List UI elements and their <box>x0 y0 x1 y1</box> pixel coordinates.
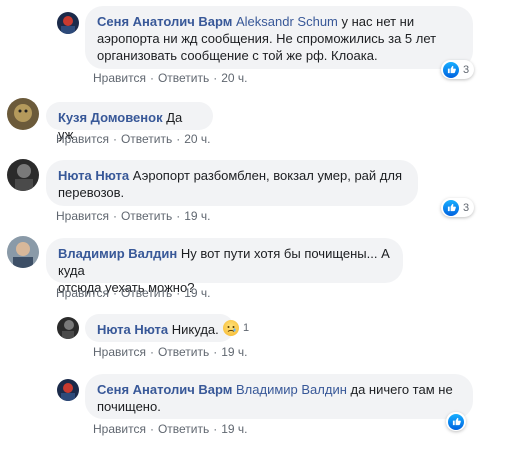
separator: · <box>149 71 154 85</box>
separator: · <box>149 345 154 359</box>
separator: · <box>213 345 218 359</box>
avatar-image <box>7 98 39 130</box>
separator: · <box>112 209 117 223</box>
timestamp[interactable]: 20 ч. <box>221 71 247 85</box>
comment-text-line: почищено. <box>97 399 161 414</box>
comment-actions: Нравится · Ответить · 20 ч. <box>93 71 248 85</box>
comment-bubble: Нюта Нюта Аэропорт разбомблен, вокзал ум… <box>46 160 418 206</box>
reaction-count[interactable]: 1 <box>221 318 254 337</box>
comment-actions: Нравится · Ответить · 20 ч. <box>56 132 211 146</box>
reaction-number: 3 <box>463 63 470 76</box>
reaction-count[interactable]: 3 <box>441 198 475 217</box>
avatar-image <box>57 379 79 401</box>
timestamp[interactable]: 19 ч. <box>221 345 247 359</box>
separator: · <box>176 132 181 146</box>
comment-actions: Нравится · Ответить · 19 ч. <box>93 422 248 436</box>
comment-mention[interactable]: Aleksandr Schum <box>236 14 338 29</box>
separator: · <box>176 209 181 223</box>
comment-bubble: Нюта Нюта Никуда. <box>85 314 234 342</box>
comment-author[interactable]: Сеня Анатолич Варм <box>97 382 232 397</box>
avatar[interactable] <box>7 236 39 268</box>
comment-bubble: Владимир Валдин Ну вот пути хотя бы почи… <box>46 238 403 295</box>
timestamp[interactable]: 19 ч. <box>184 209 210 223</box>
avatar[interactable] <box>57 379 79 401</box>
comment-author[interactable]: Нюта Нюта <box>97 322 168 337</box>
like-link[interactable]: Нравится <box>56 132 109 146</box>
thumbs-up-icon <box>448 413 464 430</box>
comment-text-line: организовать сообщение с той же рф. Клоа… <box>97 48 378 63</box>
reply-link[interactable]: Ответить <box>121 132 172 146</box>
comment-text: да ничего там не <box>346 382 453 397</box>
reaction-number: 3 <box>463 201 470 214</box>
timestamp[interactable]: 19 ч. <box>221 422 247 436</box>
comment-text-line: аэропорта ни жд сообщения. Не спроможили… <box>97 31 437 46</box>
reaction-count[interactable]: 3 <box>441 60 475 79</box>
timestamp[interactable]: 19 ч. <box>184 286 210 300</box>
comment-bubble: Кузя Домовенок Да уж <box>46 102 213 142</box>
reply-link[interactable]: Ответить <box>121 209 172 223</box>
timestamp[interactable]: 20 ч. <box>184 132 210 146</box>
separator: · <box>112 286 117 300</box>
avatar[interactable] <box>57 317 79 339</box>
reply-link[interactable]: Ответить <box>121 286 172 300</box>
reaction-count[interactable] <box>446 412 466 431</box>
comment-actions: Нравится · Ответить · 19 ч. <box>56 286 211 300</box>
comment-author[interactable]: Владимир Валдин <box>58 246 177 261</box>
reaction-number: 1 <box>243 321 250 334</box>
thumbs-up-icon <box>443 61 459 78</box>
like-link[interactable]: Нравится <box>56 209 109 223</box>
comment-author[interactable]: Сеня Анатолич Варм <box>97 14 232 29</box>
separator: · <box>213 422 218 436</box>
sad-face-icon <box>223 319 239 336</box>
comment-text: у нас нет ни <box>337 14 415 29</box>
separator: · <box>213 71 218 85</box>
separator: · <box>149 422 154 436</box>
comment-actions: Нравится · Ответить · 19 ч. <box>93 345 248 359</box>
like-link[interactable]: Нравится <box>93 71 146 85</box>
comment-actions: Нравится · Ответить · 19 ч. <box>56 209 211 223</box>
comment-text-line: перевозов. <box>58 185 125 200</box>
comment-author[interactable]: Кузя Домовенок <box>58 110 163 125</box>
thumbs-up-icon <box>443 199 459 216</box>
avatar[interactable] <box>57 12 79 34</box>
like-link[interactable]: Нравится <box>93 422 146 436</box>
avatar[interactable] <box>7 98 39 130</box>
reply-link[interactable]: Ответить <box>158 71 209 85</box>
separator: · <box>176 286 181 300</box>
avatar-image <box>57 317 79 339</box>
reply-link[interactable]: Ответить <box>158 345 209 359</box>
like-link[interactable]: Нравится <box>93 345 146 359</box>
comment-text: Никуда. <box>171 322 219 337</box>
comment-text: Аэропорт разбомблен, вокзал умер, рай дл… <box>129 168 402 183</box>
avatar-image <box>7 236 39 268</box>
comment-author[interactable]: Нюта Нюта <box>58 168 129 183</box>
avatar-image <box>57 12 79 34</box>
comment-bubble: Сеня Анатолич Варм Владимир Валдин да ни… <box>85 374 473 419</box>
avatar-image <box>7 159 39 191</box>
like-link[interactable]: Нравится <box>56 286 109 300</box>
separator: · <box>112 132 117 146</box>
reply-link[interactable]: Ответить <box>158 422 209 436</box>
comment-mention[interactable]: Владимир Валдин <box>236 382 347 397</box>
avatar[interactable] <box>7 159 39 191</box>
comment-bubble: Сеня Анатолич Варм Aleksandr Schum у нас… <box>85 6 473 69</box>
